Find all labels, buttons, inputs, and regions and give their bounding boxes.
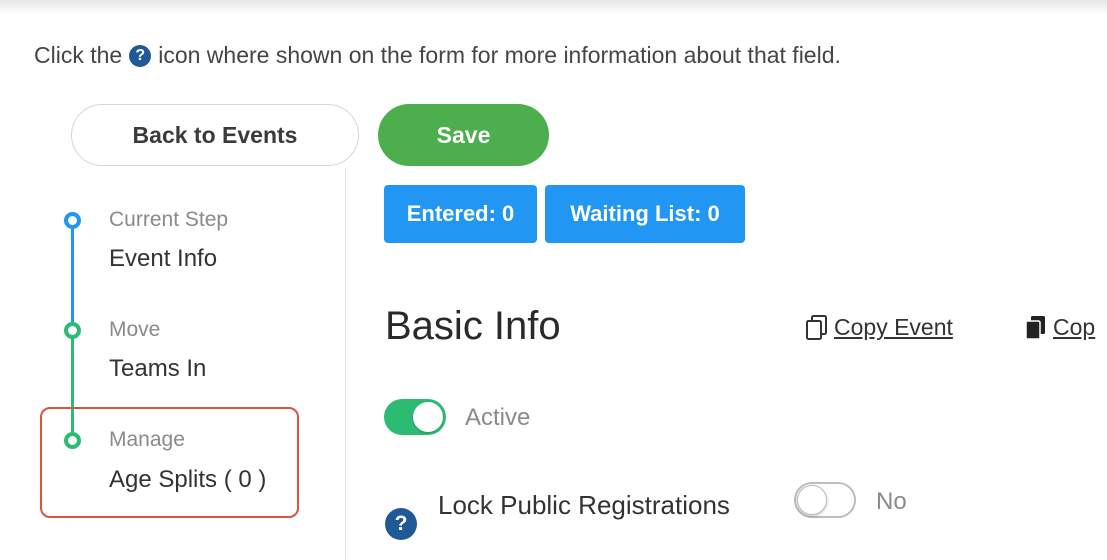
lock-public-value: No (876, 488, 907, 515)
lock-public-toggle[interactable] (794, 482, 856, 518)
back-to-events-button[interactable]: Back to Events (71, 104, 359, 166)
top-shadow (0, 0, 1107, 14)
entered-badge[interactable]: Entered: 0 (384, 185, 537, 243)
question-circle-icon: ? (129, 44, 152, 67)
help-suffix: icon where shown on the form for more in… (158, 42, 841, 68)
help-prefix: Click the (34, 42, 123, 68)
sidebar-divider (345, 168, 346, 560)
toggle-knob (797, 485, 827, 515)
step-label-current: Current Step (109, 208, 229, 231)
copy-filled-icon (1025, 315, 1045, 340)
waiting-list-badge[interactable]: Waiting List: 0 (545, 185, 745, 243)
step-connector-1 (71, 228, 74, 322)
question-circle-icon[interactable]: ? (385, 508, 417, 540)
step-label-move: Move (109, 318, 161, 341)
save-button[interactable]: Save (378, 104, 549, 166)
step-dot-move (64, 322, 81, 339)
step-title-teams-in[interactable]: Teams In (109, 355, 206, 383)
copy-icon (806, 314, 827, 340)
toggle-knob (413, 402, 443, 432)
copy-other-link[interactable]: Cop (1025, 314, 1095, 341)
copy-event-link[interactable]: Copy Event (806, 314, 953, 341)
step-dot-current (64, 212, 81, 229)
copy-event-label: Copy Event (834, 314, 953, 340)
active-toggle[interactable] (384, 399, 446, 435)
help-instructions: Click the ? icon where shown on the form… (34, 42, 841, 69)
step-title-event-info[interactable]: Event Info (109, 245, 217, 273)
section-title: Basic Info (385, 304, 561, 348)
lock-public-registrations-label: Lock Public Registrations (438, 490, 730, 520)
highlight-box (40, 407, 299, 518)
active-label: Active (465, 404, 531, 431)
copy-other-label: Cop (1053, 314, 1096, 340)
